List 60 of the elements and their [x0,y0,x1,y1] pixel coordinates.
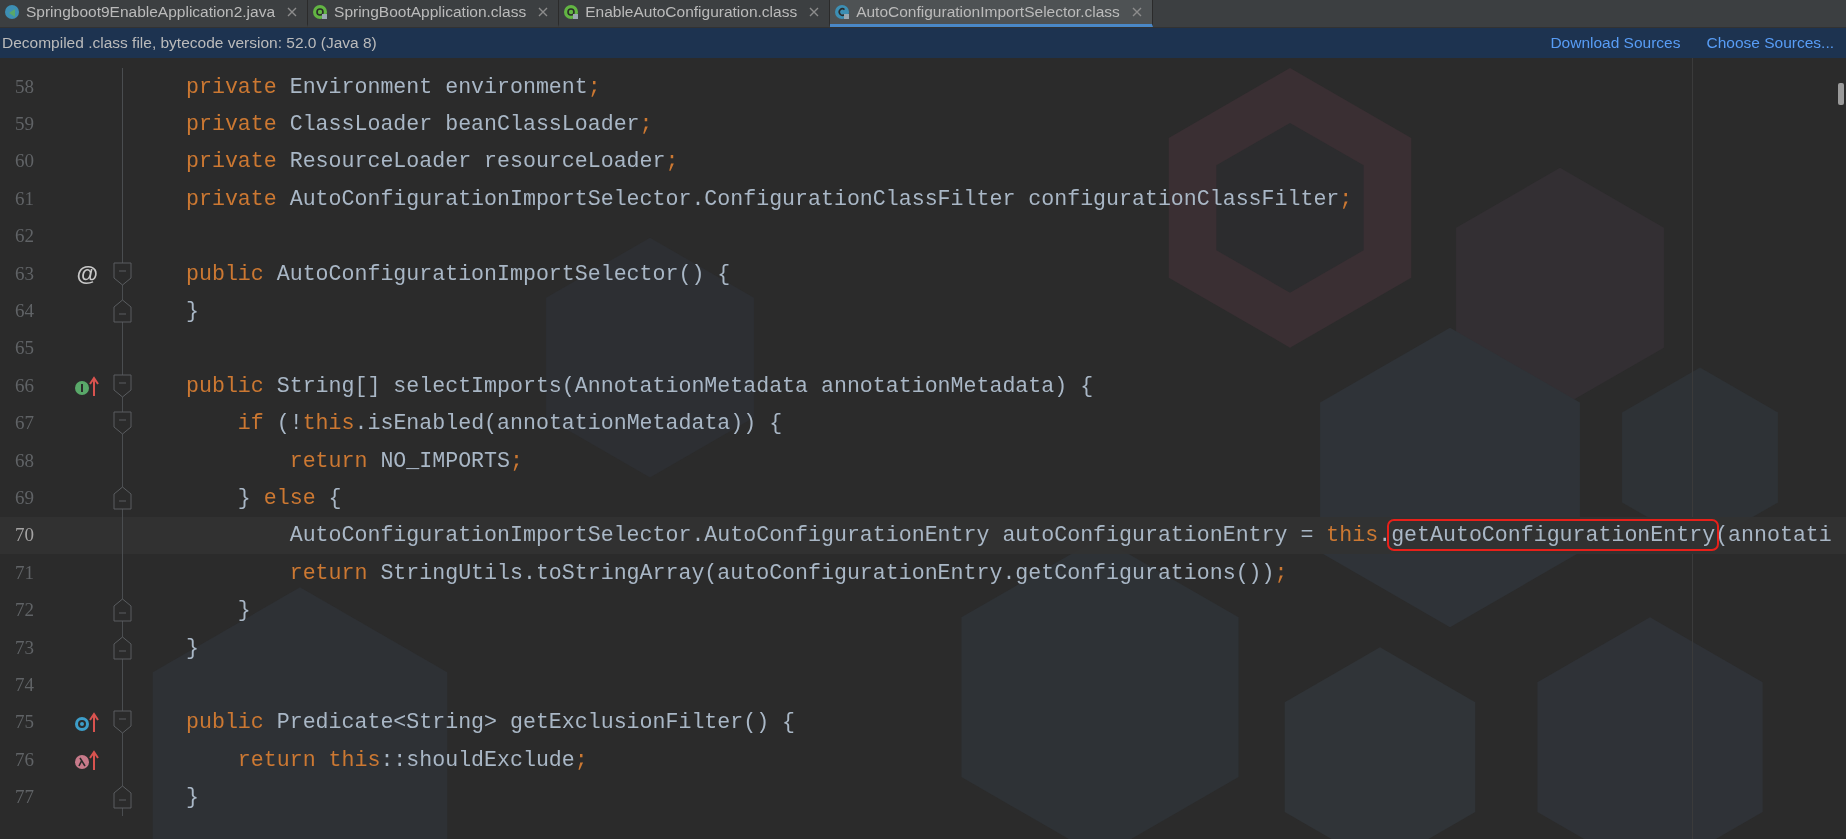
line-number: 62 [14,225,34,248]
annotation-marker[interactable]: @ [76,260,98,287]
code-line: } else { [236,486,342,510]
fold-marker-icon[interactable] [113,373,132,398]
line-number: 74 [14,673,34,696]
close-icon[interactable] [287,7,298,17]
code-line: public AutoConfigurationImportSelector() { [186,261,731,286]
code-line: public Predicate<String> getExclusionFilter() { [186,710,796,735]
line-number: 69 [14,487,34,509]
code-line: return StringUtils.toStringArray(autoConfigurationEntry.getConfigurations()); [288,560,1288,585]
line-number: 63 [14,262,34,285]
class-icon [834,4,851,20]
code-line: } [186,635,199,660]
line-number: 75 [14,711,34,734]
line-number: 68 [14,449,34,472]
line-number: 67 [14,412,34,435]
code-line: } [236,598,251,623]
fold-marker-icon[interactable] [113,598,132,623]
fold-marker-icon[interactable] [113,785,132,810]
fold-marker-icon[interactable] [113,486,132,510]
code-line: return NO_IMPORTS; [288,448,523,473]
scrollbar-thumb[interactable] [1838,83,1844,105]
line-number: 66 [14,374,34,397]
line-number: 65 [14,337,34,360]
banner-link[interactable]: Download Sources [1550,34,1681,52]
line-number: 61 [14,187,34,210]
close-icon[interactable] [538,7,549,17]
java-class-icon [4,4,20,20]
line-number: 70 [14,524,34,547]
banner-text: Decompiled .class file, bytecode version: 52.0 (Java 8) [2,34,378,52]
code-line: public String[] selectImports(AnnotationMetadata annotationMetadata) { [186,373,1094,398]
line-number: 73 [14,636,34,659]
line-number: 76 [14,748,34,771]
line-number: 64 [14,300,34,323]
line-number: 60 [14,150,34,173]
banner-link[interactable]: Choose Sources... [1706,34,1834,52]
fold-marker-icon[interactable] [113,299,132,324]
line-number: 72 [14,599,34,622]
code-line: } [186,299,199,324]
overrides-marker-icon[interactable] [74,710,100,735]
annotation-icon [312,4,329,20]
code-line: private Environment environment; [186,74,601,99]
line-number: 71 [14,561,34,584]
line-number: 59 [14,113,34,136]
code-line: private ResourceLoader resourceLoader; [186,149,679,174]
code-line: return this::shouldExclude; [236,747,588,772]
close-icon[interactable] [809,7,820,17]
line-number: 77 [14,786,34,809]
close-icon[interactable] [1131,7,1142,17]
code-line: private AutoConfigurationImportSelector.ConfigurationClassFilter configurationClassFilter; [186,186,1353,211]
annotation-icon [563,4,580,20]
code-line: if (!this.isEnabled(annotationMetadata)) { [236,411,783,436]
fold-marker-icon[interactable] [113,635,132,660]
fold-marker-icon[interactable] [113,411,132,436]
code-line: } [186,785,199,810]
line-number: 58 [14,75,34,98]
code-line: private ClassLoader beanClassLoader; [186,112,653,137]
editor-tab[interactable]: AutoConfigurationImportSelector.class [830,0,1153,27]
fold-marker-icon[interactable] [113,710,132,735]
fold-marker-icon[interactable] [113,261,132,286]
